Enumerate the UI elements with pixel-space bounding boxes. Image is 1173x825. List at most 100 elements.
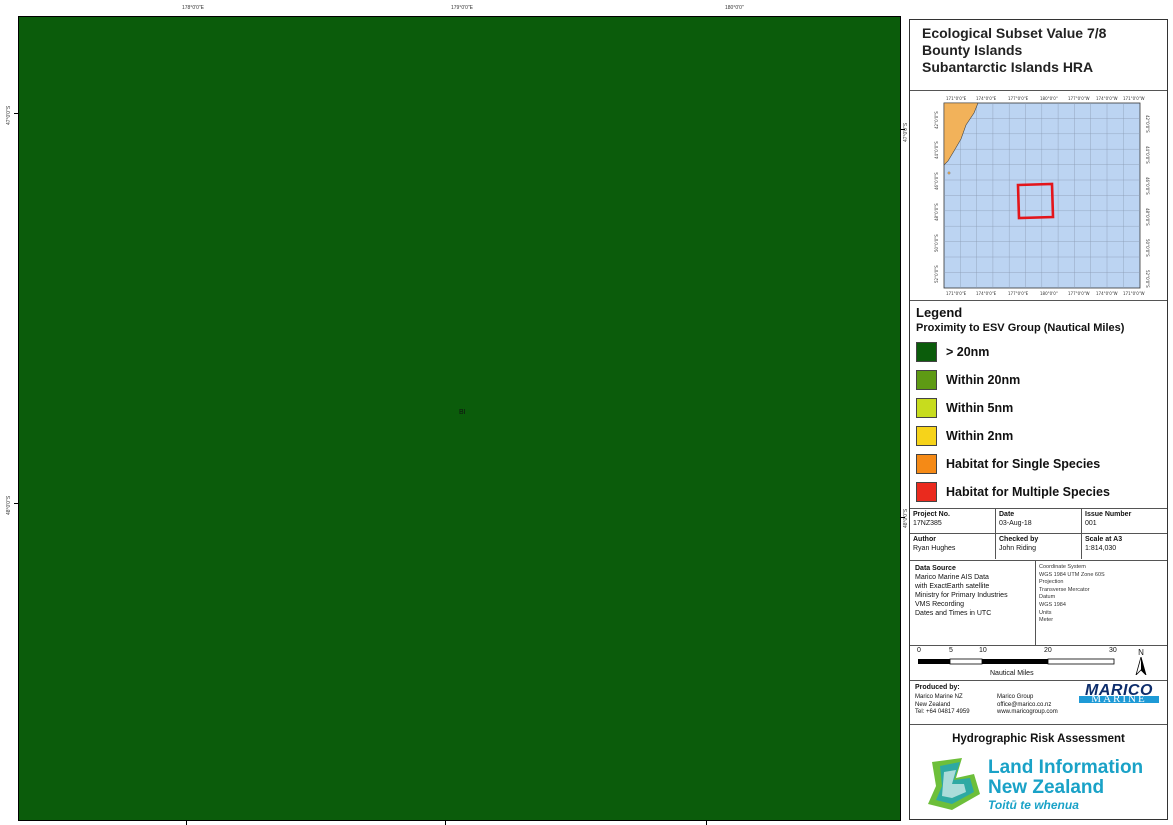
issue-cell: Issue Number 001 <box>1082 509 1167 534</box>
north-label: N <box>1138 648 1144 657</box>
legend-item: > 20nm <box>916 338 1167 366</box>
legend-label: Within 5nm <box>946 401 1014 415</box>
producer-line: Marico Marine NZ <box>915 694 963 700</box>
map-tick-mark <box>186 821 187 825</box>
legend-swatch <box>916 454 937 474</box>
coord-line: Transverse Mercator <box>1039 586 1090 593</box>
scale-label-20: 20 <box>1044 647 1052 654</box>
inset-map-svg: 171°0'0"E 174°0'0"E 177°0'0"E 180°0'0" 177°… <box>916 93 1162 298</box>
svg-text:177°0'0"W: 177°0'0"W <box>1068 291 1090 296</box>
svg-text:48°0'0"S: 48°0'0"S <box>1145 208 1150 226</box>
author-cell: Author Ryan Hughes <box>910 534 996 559</box>
legend-label: > 20nm <box>946 345 990 359</box>
coord-line: Coordinate System <box>1039 564 1086 570</box>
linz-logo-icon <box>928 758 980 810</box>
svg-text:171°0'0"W: 171°0'0"W <box>1123 96 1145 101</box>
scale-label-5: 5 <box>949 647 953 654</box>
north-arrow: N <box>1135 648 1147 677</box>
map-title-line: Ecological Subset Value 7/8 <box>922 25 1107 41</box>
data-source-line: VMS Recording <box>915 601 965 608</box>
scale-label-0: 0 <box>917 647 921 654</box>
bounty-islands-label: BI <box>459 409 466 416</box>
data-source-block: Data Source Marico Marine AIS Data with … <box>910 561 1167 646</box>
coord-line: Datum <box>1039 594 1056 601</box>
scale-unit: Nautical Miles <box>990 670 1034 677</box>
legend-label: Within 2nm <box>946 429 1014 443</box>
marico-marine-logo: MARICO MARINE <box>1079 683 1159 704</box>
project-no-cell: Project No. 17NZ385 <box>910 509 996 534</box>
svg-text:180°0'0": 180°0'0" <box>1040 96 1058 101</box>
svg-text:46°0'0"S: 46°0'0"S <box>934 172 939 190</box>
scale-label-10: 10 <box>979 647 987 654</box>
legend-item: Habitat for Single Species <box>916 450 1167 478</box>
svg-text:177°0'0"W: 177°0'0"W <box>1068 96 1090 101</box>
legend-item: Within 5nm <box>916 394 1167 422</box>
svg-text:174°0'0"W: 174°0'0"W <box>1096 291 1118 296</box>
produced-by-block: Produced by: Marico Marine NZ New Zealan… <box>910 681 1167 725</box>
svg-text:177°0'0"E: 177°0'0"E <box>1008 96 1029 101</box>
legend-label: Within 20nm <box>946 373 1021 387</box>
date-label: Date <box>999 511 1015 518</box>
legend-swatch <box>916 342 937 362</box>
map-top-tick: 179°0'0"E <box>451 5 473 11</box>
scale-bar <box>918 658 1115 665</box>
producer-line: office@marico.co.nz <box>997 701 1052 708</box>
legend-label: Habitat for Multiple Species <box>946 485 1110 499</box>
svg-text:42°0'0"S: 42°0'0"S <box>934 111 939 129</box>
map-title-block: Ecological Subset Value 7/8 Bounty Islan… <box>910 20 1167 91</box>
svg-text:171°0'0"E: 171°0'0"E <box>946 96 967 101</box>
legend-title: Legend <box>916 305 963 320</box>
scale-cell: Scale at A3 1:814,030 <box>1082 534 1167 559</box>
coord-line: WGS 1984 UTM Zone 60S <box>1039 571 1105 578</box>
legend-swatch <box>916 426 937 446</box>
map-info-panel: Ecological Subset Value 7/8 Bounty Islan… <box>909 19 1168 820</box>
legend-subtitle: Proximity to ESV Group (Nautical Miles) <box>916 322 1125 334</box>
date-value: 03-Aug-18 <box>999 520 1032 527</box>
legend-list: > 20nm Within 20nm Within 5nm Within 2nm… <box>916 338 1167 506</box>
svg-text:52°0'0"S: 52°0'0"S <box>1145 270 1150 288</box>
legend-item: Habitat for Multiple Species <box>916 478 1167 506</box>
coord-line: Projection <box>1039 579 1064 586</box>
author-label: Author <box>913 536 936 543</box>
legend-item: Within 2nm <box>916 422 1167 450</box>
svg-text:52°0'0"S: 52°0'0"S <box>934 265 939 283</box>
date-cell: Date 03-Aug-18 <box>996 509 1082 534</box>
issue-value: 001 <box>1085 520 1097 527</box>
map-tick-mark <box>901 129 905 130</box>
svg-text:44°0'0"S: 44°0'0"S <box>934 141 939 159</box>
data-source-line: with ExactEarth satellite <box>915 583 990 590</box>
coord-line: Meter <box>1039 617 1054 624</box>
map-frame[interactable] <box>18 16 901 821</box>
checked-value: John Riding <box>999 545 1036 552</box>
producer-contact-nz: Marico Marine NZ New Zealand Tel: +64 04… <box>915 694 970 717</box>
linz-logo-text: Land Information New Zealand Toitū te wh… <box>988 758 1143 813</box>
legend-item: Within 20nm <box>916 366 1167 394</box>
svg-text:50°0'0"S: 50°0'0"S <box>934 234 939 252</box>
legend: Legend Proximity to ESV Group (Nautical … <box>910 301 1167 509</box>
svg-text:44°0'0"S: 44°0'0"S <box>1145 146 1150 164</box>
producer-line: www.maricogroup.com <box>997 709 1058 715</box>
coord-line: Units <box>1039 609 1052 616</box>
scale-bar-block: 0 5 10 20 30 Nautical Miles N <box>910 646 1167 681</box>
map-title-line: Bounty Islands <box>922 42 1023 58</box>
checked-cell: Checked by John Riding <box>996 534 1082 559</box>
map-title-line: Subantarctic Islands HRA <box>922 59 1094 75</box>
data-source-heading: Data Source <box>915 565 956 572</box>
legend-swatch <box>916 482 937 502</box>
svg-text:174°0'0"W: 174°0'0"W <box>1096 96 1118 101</box>
map-tick-mark <box>706 821 707 825</box>
svg-text:42°0'0"S: 42°0'0"S <box>1145 115 1150 133</box>
project-no-value: 17NZ385 <box>913 520 942 527</box>
map-top-tick: 178°0'0"E <box>182 5 204 11</box>
svg-text:180°0'0": 180°0'0" <box>1040 291 1058 296</box>
svg-text:177°0'0"E: 177°0'0"E <box>1008 291 1029 296</box>
map-tick-mark <box>445 821 446 825</box>
coord-line: WGS 1984 <box>1039 601 1066 608</box>
svg-text:174°0'0"E: 174°0'0"E <box>976 96 997 101</box>
checked-label: Checked by <box>999 536 1039 543</box>
svg-text:48°0'0"S: 48°0'0"S <box>934 203 939 221</box>
svg-text:174°0'0"E: 174°0'0"E <box>976 291 997 296</box>
footer-block: Hydrographic Risk Assessment Land Inform… <box>910 725 1167 819</box>
produced-by-heading: Produced by: <box>915 684 960 691</box>
map-top-tick: 180°0'0" <box>725 5 744 11</box>
